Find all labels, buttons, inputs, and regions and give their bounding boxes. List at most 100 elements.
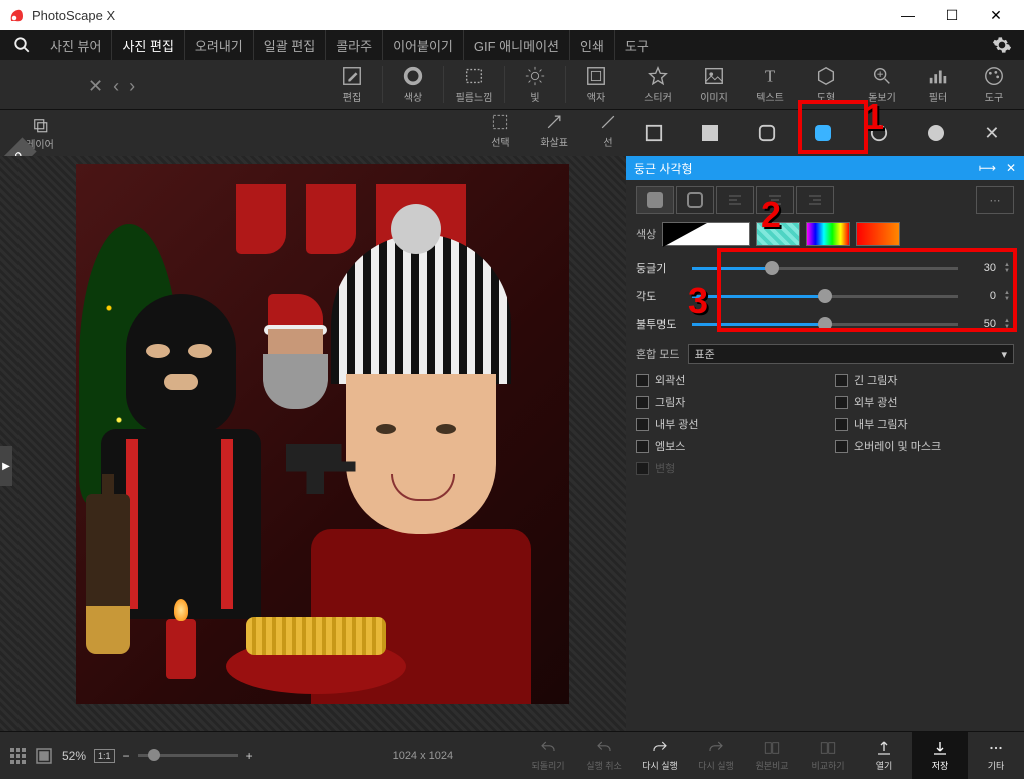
tool-pencil-square[interactable]: 편집: [324, 60, 380, 109]
tool-image[interactable]: 이미지: [686, 60, 742, 109]
checkbox-box[interactable]: [835, 440, 848, 453]
fill-mode-align2[interactable]: [756, 186, 794, 214]
action-열기[interactable]: 열기: [856, 732, 912, 779]
main-menubar: 사진 뷰어사진 편집오려내기일괄 편집콜라주이어붙이기GIF 애니메이션인쇄도구: [0, 30, 1024, 60]
zoom-ratio[interactable]: 1:1: [94, 749, 115, 763]
menu-item-0[interactable]: 사진 뷰어: [40, 30, 111, 60]
fill-mode-solid[interactable]: [636, 186, 674, 214]
canvas-nav-controls: ✕ ‹ ›: [88, 76, 135, 97]
shape-filled-square[interactable]: [690, 118, 730, 148]
color-swatch-bw[interactable]: [662, 222, 750, 246]
checkbox-2[interactable]: 그림자: [636, 394, 815, 410]
zoom-slider[interactable]: [138, 754, 238, 757]
slider-track[interactable]: [692, 323, 958, 326]
tool-sun[interactable]: 빛: [507, 60, 563, 109]
search-icon[interactable]: [4, 30, 40, 60]
next-icon[interactable]: ›: [129, 76, 135, 97]
shape-filled-circle[interactable]: [916, 118, 956, 148]
checkbox-box[interactable]: [636, 396, 649, 409]
checkbox-box[interactable]: [636, 440, 649, 453]
slider-track[interactable]: [692, 295, 958, 298]
checkbox-4[interactable]: 내부 광선: [636, 416, 815, 432]
grid-icon[interactable]: [10, 748, 26, 764]
checkbox-5[interactable]: 내부 그림자: [835, 416, 1014, 432]
tool-palette[interactable]: 도구: [966, 60, 1022, 109]
menu-item-3[interactable]: 일괄 편집: [253, 30, 325, 60]
color-swatch-pattern[interactable]: [756, 222, 800, 246]
subtool-line[interactable]: 선: [598, 112, 618, 149]
menu-item-1[interactable]: 사진 편집: [111, 30, 183, 60]
chevron-down-icon: ▾: [1001, 348, 1007, 361]
pin-icon[interactable]: ⟼: [979, 161, 996, 175]
checkbox-6[interactable]: 엠보스: [636, 438, 815, 454]
menu-item-7[interactable]: 인쇄: [569, 30, 614, 60]
tool-star[interactable]: 스티커: [630, 60, 686, 109]
layers-button[interactable]: 레이어 PRO: [0, 110, 80, 156]
expand-sidebar-icon[interactable]: ▶: [0, 446, 12, 486]
subtool-select[interactable]: 선택: [490, 112, 510, 149]
settings-icon[interactable]: [984, 30, 1020, 60]
shape-outline-square[interactable]: [634, 118, 674, 148]
color-swatch-gradient[interactable]: [856, 222, 900, 246]
slider-row-2: 불투명도50▲▼: [636, 310, 1014, 338]
canvas-area[interactable]: [18, 156, 626, 731]
checkbox-box[interactable]: [636, 418, 649, 431]
slider-track[interactable]: [692, 267, 958, 270]
menu-item-4[interactable]: 콜라주: [325, 30, 382, 60]
sub-toolbar: 레이어 PRO ✕ ‹ › 선택화살표선 ✕: [0, 110, 1024, 156]
fill-mode-outline[interactable]: [676, 186, 714, 214]
checkbox-1[interactable]: 긴 그림자: [835, 372, 1014, 388]
history-1: 실행 취소: [576, 732, 632, 779]
close-button[interactable]: ✕: [976, 2, 1016, 28]
tool-text[interactable]: T텍스트: [742, 60, 798, 109]
checkbox-7[interactable]: 오버레이 및 마스크: [835, 438, 1014, 454]
menu-item-5[interactable]: 이어붙이기: [382, 30, 463, 60]
shape-close-icon[interactable]: ✕: [972, 118, 1012, 148]
color-swatch-spectrum[interactable]: [806, 222, 850, 246]
shape-outline-circle[interactable]: [859, 118, 899, 148]
checkbox-box[interactable]: [835, 418, 848, 431]
close-canvas-icon[interactable]: ✕: [88, 76, 103, 97]
tool-bars[interactable]: 필터: [910, 60, 966, 109]
background-icon[interactable]: [36, 748, 52, 764]
zoom-in-icon[interactable]: +: [246, 749, 253, 763]
tool-frame[interactable]: 액자: [568, 60, 624, 109]
action-기타[interactable]: 기타: [968, 732, 1024, 779]
menu-item-8[interactable]: 도구: [614, 30, 659, 60]
slider-spinner[interactable]: ▲▼: [1004, 262, 1014, 274]
blend-mode-dropdown[interactable]: 표준 ▾: [688, 344, 1014, 364]
window-controls: — ☐ ✕: [888, 2, 1016, 28]
tool-film[interactable]: 필름느낌: [446, 60, 502, 109]
menu-item-6[interactable]: GIF 애니메이션: [463, 30, 569, 60]
menu-item-2[interactable]: 오려내기: [184, 30, 253, 60]
history-4: 원본비교: [744, 732, 800, 779]
checkbox-0[interactable]: 외곽선: [636, 372, 815, 388]
zoom-out-icon[interactable]: −: [123, 749, 130, 763]
tool-hex[interactable]: 도형: [798, 60, 854, 109]
maximize-button[interactable]: ☐: [932, 2, 972, 28]
subtool-arrow[interactable]: 화살표: [540, 112, 568, 149]
checkbox-box[interactable]: [835, 396, 848, 409]
slider-spinner[interactable]: ▲▼: [1004, 318, 1014, 330]
panel-title: 둥근 사각형: [634, 160, 693, 177]
shape-filled-roundsquare[interactable]: [803, 118, 843, 148]
prev-icon[interactable]: ‹: [113, 76, 119, 97]
history-2[interactable]: 다시 실행: [632, 732, 688, 779]
checkbox-3[interactable]: 외부 광선: [835, 394, 1014, 410]
minimize-button[interactable]: —: [888, 2, 928, 28]
tool-circle[interactable]: 색상: [385, 60, 441, 109]
tool-zoom[interactable]: 돋보기: [854, 60, 910, 109]
fill-mode-more[interactable]: ⋯: [976, 186, 1014, 214]
blend-mode-label: 혼합 모드: [636, 346, 680, 362]
checkbox-box[interactable]: [835, 374, 848, 387]
slider-value: 50: [966, 318, 996, 330]
slider-value: 30: [966, 262, 996, 274]
fill-mode-align3[interactable]: [796, 186, 834, 214]
fill-mode-align1[interactable]: [716, 186, 754, 214]
checkbox-box[interactable]: [636, 374, 649, 387]
action-저장[interactable]: 저장: [912, 732, 968, 779]
fill-mode-row: ⋯: [636, 186, 1014, 214]
shape-outline-roundsquare[interactable]: [747, 118, 787, 148]
panel-close-icon[interactable]: ✕: [1006, 161, 1016, 175]
slider-spinner[interactable]: ▲▼: [1004, 290, 1014, 302]
